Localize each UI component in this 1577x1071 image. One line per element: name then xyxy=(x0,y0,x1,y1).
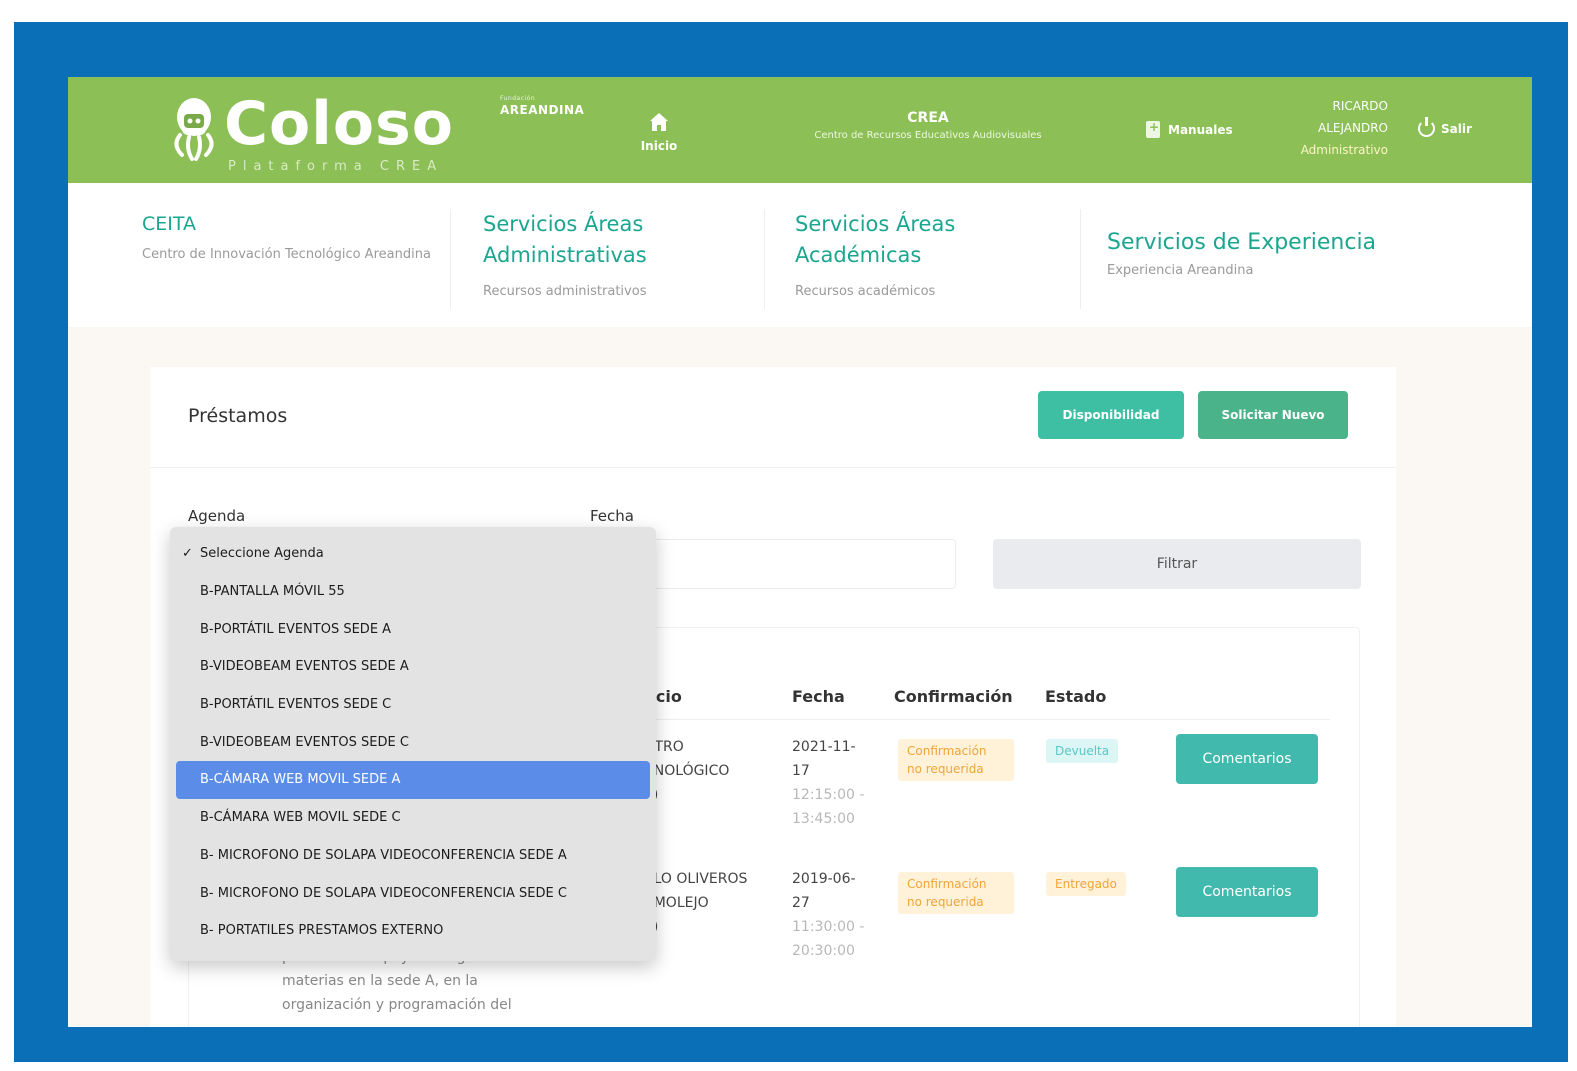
logo-subtitle: Plataforma CREA xyxy=(228,159,444,174)
brand-small: Fundación xyxy=(500,95,536,102)
service-ceita[interactable]: CEITA Centro de Innovación Tecnológico A… xyxy=(142,209,442,309)
logout-button[interactable]: Salir xyxy=(1418,117,1472,137)
service-title: Servicios Áreas Administrativas xyxy=(483,212,647,267)
th-estado: Estado xyxy=(1045,687,1107,706)
row2-estado-badge: Entregado xyxy=(1046,872,1126,896)
brand-name: AREANDINA xyxy=(500,103,585,117)
agenda-option[interactable]: B- PORTATILES PRESTAMOS EXTERNO xyxy=(170,912,656,950)
manuales-link[interactable]: Manuales xyxy=(1146,120,1233,138)
top-header: Coloso Plataforma CREA Fundación AREANDI… xyxy=(68,77,1532,183)
user-role: Administrativo xyxy=(1300,143,1388,157)
nav-home[interactable]: Inicio xyxy=(634,113,684,154)
service-title: CEITA xyxy=(142,213,197,235)
row1-confirmacion-badge: Confirmación no requerida xyxy=(898,739,1014,781)
service-title: Servicios de Experiencia xyxy=(1107,230,1377,255)
crea-title: CREA xyxy=(907,110,949,126)
th-confirmacion: Confirmación xyxy=(894,687,1013,706)
agenda-option[interactable]: B-VIDEOBEAM EVENTOS SEDE C xyxy=(170,723,656,761)
squid-logo-icon xyxy=(174,98,214,161)
row1-fecha: 2021-11- 17 12:15:00 - 13:45:00 xyxy=(792,739,865,827)
service-subtitle: Recursos académicos xyxy=(795,284,936,299)
agenda-option[interactable]: ✓ Seleccione Agenda xyxy=(170,535,656,573)
crea-subtitle: Centro de Recursos Educativos Audiovisua… xyxy=(814,130,1042,141)
agenda-option[interactable]: B-VIDEOBEAM EVENTOS SEDE A xyxy=(170,648,656,686)
row2-edificio: BLO OLIVEROS RMOLEJO 1) xyxy=(644,871,748,935)
comentarios-button[interactable]: Comentarios xyxy=(1176,867,1318,917)
agenda-option[interactable]: B- MICROFONO DE SOLAPA VIDEOCONFERENCIA … xyxy=(170,837,656,875)
service-title: Servicios Áreas Académicas xyxy=(795,212,956,267)
power-icon xyxy=(1418,117,1435,137)
agenda-dropdown-list[interactable]: ✓ Seleccione Agenda B-PANTALLA MÓVIL 55 B… xyxy=(170,527,656,961)
service-administrativas[interactable]: Servicios Áreas Administrativas Recursos… xyxy=(450,209,760,309)
nav-home-label: Inicio xyxy=(640,139,678,153)
user-last-name: ALEJANDRO xyxy=(1317,121,1388,135)
row2-confirmacion-badge: Confirmación no requerida xyxy=(898,872,1014,914)
comentarios-button[interactable]: Comentarios xyxy=(1176,734,1318,784)
user-first-name: RICARDO xyxy=(1332,99,1389,113)
home-icon xyxy=(650,113,668,131)
service-subtitle: Experiencia Areandina xyxy=(1107,263,1254,278)
card-divider xyxy=(150,467,1396,468)
service-subtitle: Centro de Innovación Tecnológico Areandi… xyxy=(142,247,431,262)
service-experiencia[interactable]: Servicios de Experiencia Experiencia Are… xyxy=(1080,209,1400,309)
logout-label: Salir xyxy=(1441,121,1472,136)
row1-edificio: NTRO CNOLÓGICO 4) xyxy=(644,739,730,803)
service-academicas[interactable]: Servicios Áreas Académicas Recursos acad… xyxy=(764,209,1074,309)
agenda-option[interactable]: B-PORTÁTIL EVENTOS SEDE C xyxy=(170,686,656,724)
card-title: Préstamos xyxy=(188,405,288,427)
crea-heading: CREA Centro de Recursos Educativos Audio… xyxy=(748,110,1108,141)
th-fecha: Fecha xyxy=(792,687,845,706)
document-icon xyxy=(1146,120,1160,138)
header-divider xyxy=(590,719,1330,720)
agenda-option[interactable]: B-PANTALLA MÓVIL 55 xyxy=(170,573,656,611)
user-info: RICARDO ALEJANDRO Administrativo xyxy=(1238,95,1388,161)
agenda-label: Agenda xyxy=(188,507,246,525)
checkmark-icon: ✓ xyxy=(182,546,193,562)
agenda-option[interactable]: B- MICROFONO DE SOLAPA VIDEOCONFERENCIA … xyxy=(170,874,656,912)
service-subtitle: Recursos administrativos xyxy=(483,284,647,299)
areandina-brand: Fundación AREANDINA xyxy=(500,95,584,117)
fecha-label: Fecha xyxy=(590,507,634,525)
app-window: Coloso Plataforma CREA Fundación AREANDI… xyxy=(68,77,1532,1027)
disponibilidad-button[interactable]: Disponibilidad xyxy=(1038,391,1184,439)
filtrar-button[interactable]: Filtrar xyxy=(993,539,1361,589)
row1-estado-badge: Devuelta xyxy=(1046,739,1119,763)
row2-fecha: 2019-06- 27 11:30:00 - 20:30:00 xyxy=(792,871,865,959)
services-bar: CEITA Centro de Innovación Tecnológico A… xyxy=(68,183,1532,327)
agenda-option[interactable]: B-PORTÁTIL EVENTOS SEDE A xyxy=(170,610,656,648)
logo-text: Coloso xyxy=(224,89,454,159)
agenda-option-highlighted[interactable]: B-CÁMARA WEB MOVIL SEDE A xyxy=(176,761,650,799)
manuales-label: Manuales xyxy=(1168,122,1233,137)
agenda-option[interactable]: B-CÁMARA WEB MOVIL SEDE C xyxy=(170,799,656,837)
solicitar-nuevo-button[interactable]: Solicitar Nuevo xyxy=(1198,391,1348,439)
